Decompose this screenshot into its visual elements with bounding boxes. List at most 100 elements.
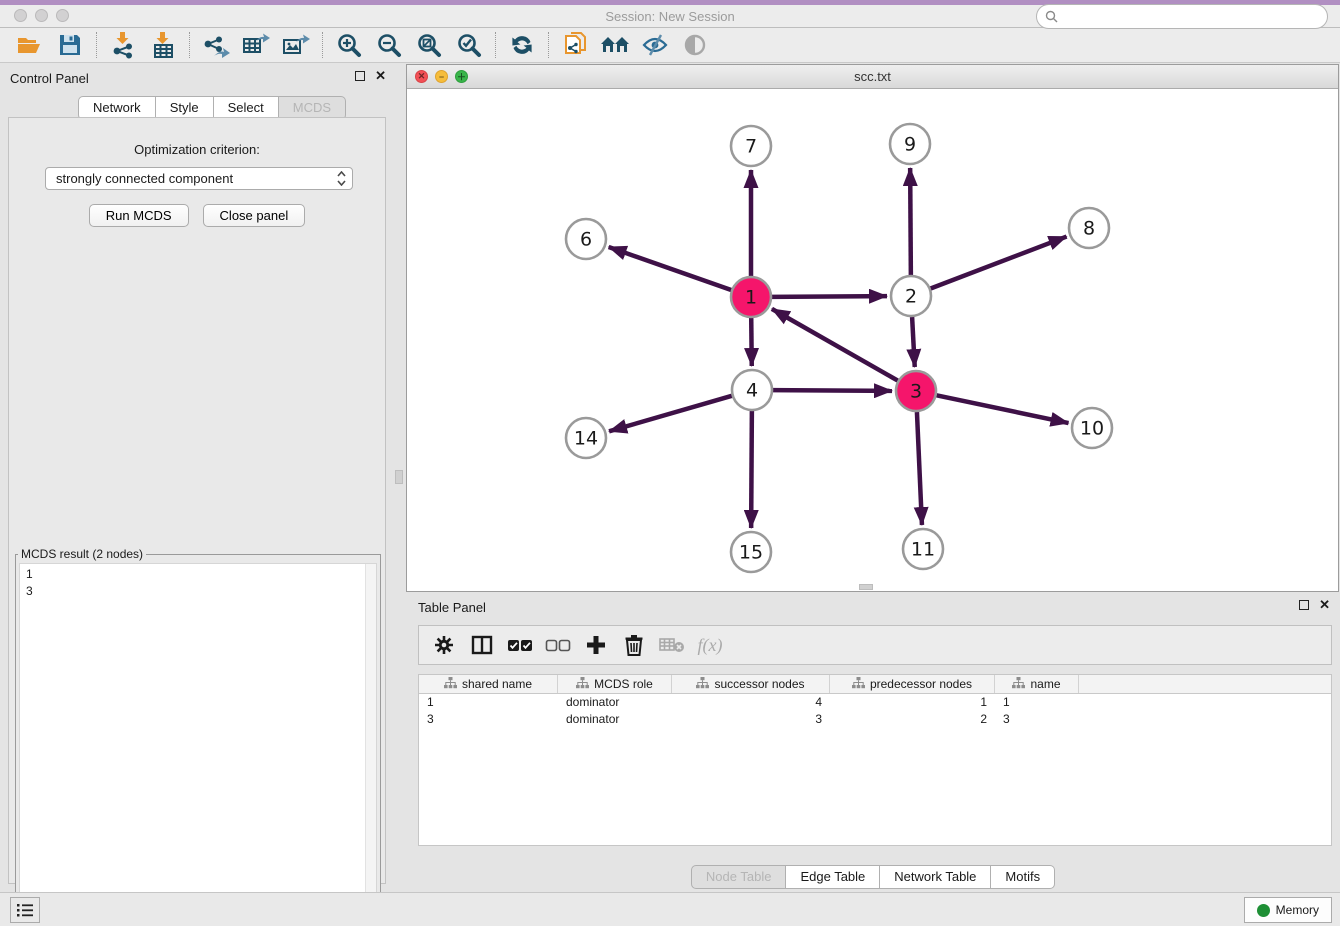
tab-motifs[interactable]: Motifs (991, 865, 1055, 889)
canvas-grab-icon[interactable] (859, 584, 873, 590)
close-panel-icon[interactable]: ✕ (375, 71, 386, 81)
float-panel-icon[interactable] (355, 71, 365, 81)
export-network-icon[interactable] (196, 30, 236, 60)
table-row[interactable]: 3dominator323 (419, 711, 1331, 728)
edge-3-11[interactable] (917, 412, 922, 525)
network-titlebar[interactable]: ✕ − ＋ scc.txt (407, 65, 1338, 89)
toolbar-separator (322, 32, 323, 58)
column-header-MCDS-role[interactable]: MCDS role (558, 675, 672, 693)
delete-table-icon (655, 629, 689, 661)
table-cell[interactable]: dominator (558, 694, 672, 711)
svg-text:11: 11 (911, 539, 935, 561)
graph-node-3[interactable]: 3 (896, 371, 936, 411)
network-canvas[interactable]: 7 9 6 8 1 2 4 3 14 10 15 11 (407, 89, 1338, 591)
run-mcds-button[interactable]: Run MCDS (89, 204, 189, 227)
zoom-out-icon[interactable] (369, 30, 409, 60)
import-network-icon[interactable] (103, 30, 143, 60)
hide-eye-icon[interactable] (635, 30, 675, 60)
edge-1-6[interactable] (609, 247, 732, 290)
table-cell[interactable]: 3 (995, 711, 1079, 728)
column-header-predecessor-nodes[interactable]: predecessor nodes (830, 675, 995, 693)
splitter-grab-icon[interactable] (395, 470, 403, 484)
control-panel: Control Panel ✕ NetworkStyleSelectMCDS O… (0, 63, 394, 892)
zoom-in-icon[interactable] (329, 30, 369, 60)
houses-icon[interactable] (595, 30, 635, 60)
graph-node-2[interactable]: 2 (891, 276, 931, 316)
column-header-name[interactable]: name (995, 675, 1079, 693)
tree-icon (1012, 677, 1025, 692)
table-cell[interactable]: 1 (830, 694, 995, 711)
export-table-icon[interactable] (236, 30, 276, 60)
network-window: ✕ − ＋ scc.txt 7 9 6 8 1 2 4 3 14 10 15 11 (406, 64, 1339, 592)
graph-node-11[interactable]: 11 (903, 529, 943, 569)
graph-node-7[interactable]: 7 (731, 126, 771, 166)
save-session-icon[interactable] (50, 30, 90, 60)
table-cell[interactable]: 2 (830, 711, 995, 728)
edge-1-4[interactable] (751, 318, 752, 366)
tab-node-table[interactable]: Node Table (691, 865, 787, 889)
zoom-selected-icon[interactable] (449, 30, 489, 60)
graph-node-15[interactable]: 15 (731, 532, 771, 572)
graph-node-8[interactable]: 8 (1069, 208, 1109, 248)
column-header-shared-name[interactable]: shared name (419, 675, 558, 693)
close-table-panel-icon[interactable]: ✕ (1319, 600, 1330, 610)
import-table-icon[interactable] (143, 30, 183, 60)
add-row-icon[interactable] (579, 629, 613, 661)
export-image-icon[interactable] (276, 30, 316, 60)
task-history-button[interactable] (10, 897, 40, 923)
deselect-all-icon[interactable] (541, 629, 575, 661)
open-file-icon[interactable] (10, 30, 50, 60)
table-cell[interactable]: dominator (558, 711, 672, 728)
graph-node-14[interactable]: 14 (566, 418, 606, 458)
zoom-fit-icon[interactable] (409, 30, 449, 60)
edge-2-9[interactable] (910, 168, 911, 275)
edge-4-3[interactable] (773, 390, 892, 391)
table-cell[interactable]: 3 (672, 711, 830, 728)
optimization-criterion-select[interactable]: strongly connected component (45, 167, 353, 190)
table-row[interactable]: 1dominator411 (419, 694, 1331, 711)
table-settings-icon[interactable] (427, 629, 461, 661)
select-all-icon[interactable] (503, 629, 537, 661)
table-cell[interactable]: 4 (672, 694, 830, 711)
edge-4-14[interactable] (609, 396, 732, 432)
table-cell[interactable]: 3 (419, 711, 558, 728)
edge-2-3[interactable] (912, 317, 915, 367)
table-header-row: shared nameMCDS rolesuccessor nodesprede… (419, 675, 1331, 694)
eye-disabled-icon[interactable] (675, 30, 715, 60)
edge-3-1[interactable] (772, 309, 898, 381)
clone-network-icon[interactable] (555, 30, 595, 60)
delete-row-icon[interactable] (617, 629, 651, 661)
search-box[interactable] (1036, 4, 1328, 29)
svg-text:8: 8 (1083, 218, 1095, 240)
toolbar-separator (548, 32, 549, 58)
graph-node-10[interactable]: 10 (1072, 408, 1112, 448)
edge-1-2[interactable] (772, 296, 887, 297)
node-table: shared nameMCDS rolesuccessor nodesprede… (418, 674, 1332, 846)
graph-node-9[interactable]: 9 (890, 124, 930, 164)
column-header-successor-nodes[interactable]: successor nodes (672, 675, 830, 693)
memory-button[interactable]: Memory (1244, 897, 1332, 923)
mcds-result-text[interactable]: 1 3 (19, 563, 377, 916)
svg-text:3: 3 (910, 381, 922, 403)
table-cell[interactable]: 1 (995, 694, 1079, 711)
table-cell[interactable]: 1 (419, 694, 558, 711)
svg-text:1: 1 (745, 287, 757, 309)
edge-2-8[interactable] (931, 237, 1067, 289)
graph-node-4[interactable]: 4 (732, 370, 772, 410)
toolbar-separator (495, 32, 496, 58)
refresh-view-icon[interactable] (502, 30, 542, 60)
search-input[interactable] (1059, 7, 1327, 27)
float-table-panel-icon[interactable] (1299, 600, 1309, 610)
svg-text:2: 2 (905, 286, 917, 308)
tab-edge-table[interactable]: Edge Table (786, 865, 880, 889)
show-columns-icon[interactable] (465, 629, 499, 661)
edge-4-15[interactable] (751, 411, 752, 528)
edge-3-10[interactable] (937, 395, 1069, 423)
tab-network-table[interactable]: Network Table (880, 865, 991, 889)
table-toolbar: f(x) (418, 625, 1332, 665)
vertical-splitter[interactable] (394, 63, 406, 892)
close-panel-button[interactable]: Close panel (203, 204, 306, 227)
graph-node-6[interactable]: 6 (566, 219, 606, 259)
result-scrollbar[interactable] (365, 564, 376, 915)
graph-node-1[interactable]: 1 (731, 277, 771, 317)
